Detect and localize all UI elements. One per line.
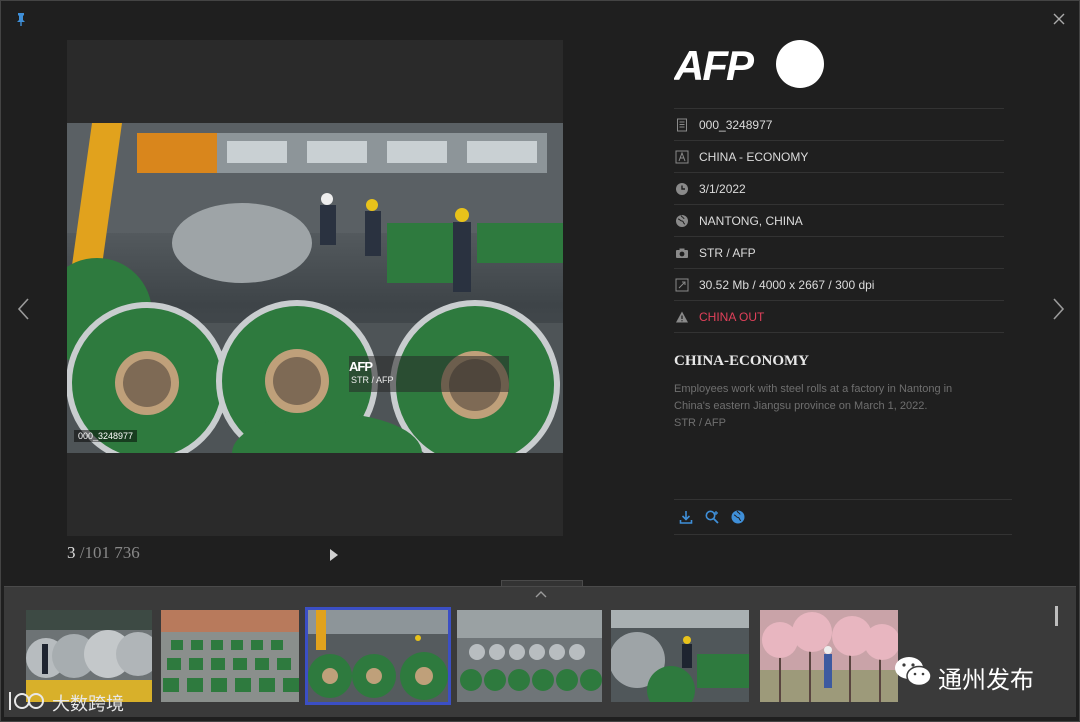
download-icon[interactable] bbox=[678, 509, 694, 525]
watermark-logo: AFP bbox=[349, 359, 373, 374]
globe-icon[interactable] bbox=[730, 509, 746, 525]
camera-icon bbox=[676, 248, 688, 258]
meta-row-filesize: 30.52 Mb / 4000 x 2667 / 300 dpi bbox=[674, 268, 1004, 300]
steel-coils bbox=[67, 203, 563, 453]
thumbnail-4[interactable] bbox=[457, 610, 602, 702]
meta-id: 000_3248977 bbox=[699, 117, 773, 132]
thumbnail-6[interactable] bbox=[760, 610, 898, 702]
metadata-list: 000_3248977 CHINA - ECONOMY 3/1/2022 NAN… bbox=[674, 108, 1004, 333]
thumbnail-image-5 bbox=[611, 610, 749, 702]
meta-row-id: 000_3248977 bbox=[674, 108, 1004, 140]
factory-photo-illustration bbox=[67, 123, 563, 453]
brand-watermark: 大数跨境 bbox=[52, 694, 124, 715]
meta-date: 3/1/2022 bbox=[699, 181, 746, 196]
meta-row-credit: STR / AFP bbox=[674, 236, 1004, 268]
previous-arrow-icon[interactable] bbox=[14, 296, 34, 322]
play-icon[interactable] bbox=[329, 548, 339, 562]
next-arrow-icon[interactable] bbox=[1048, 296, 1068, 322]
thumbnail-image-3 bbox=[308, 610, 448, 702]
thumbnail-image-4 bbox=[457, 610, 602, 702]
document-icon bbox=[677, 118, 687, 131]
strip-scrollbar[interactable] bbox=[1055, 606, 1058, 626]
thumbnail-3-selected[interactable] bbox=[305, 607, 451, 705]
headline-icon bbox=[675, 150, 689, 163]
thumbnail-image-6 bbox=[760, 610, 898, 702]
clock-icon bbox=[676, 182, 688, 195]
meta-row-headline: CHINA - ECONOMY bbox=[674, 140, 1004, 172]
afp-logo: AFP bbox=[674, 40, 824, 89]
watermark-band bbox=[349, 356, 509, 392]
total-count: /101 736 bbox=[79, 543, 140, 562]
warning-icon bbox=[676, 311, 688, 322]
thumbnail-2[interactable] bbox=[161, 610, 299, 702]
meta-credit: STR / AFP bbox=[699, 245, 756, 260]
thumbnail-image-2 bbox=[161, 610, 299, 702]
main-photo[interactable]: AFP STR / AFP 000_3248977 bbox=[67, 123, 563, 453]
photo-title: CHINA-ECONOMY bbox=[674, 353, 809, 369]
caption-line-1: Employees work with steel rolls at a fac… bbox=[674, 383, 953, 395]
resize-icon bbox=[675, 278, 689, 291]
wechat-icon bbox=[895, 657, 932, 687]
caption-line-2: China's eastern Jiangsu province on Marc… bbox=[674, 400, 928, 412]
photo-id-label: 000_3248977 bbox=[74, 430, 138, 442]
chevron-up-icon[interactable] bbox=[533, 588, 549, 600]
zoom-search-icon[interactable] bbox=[704, 509, 720, 525]
globe-icon bbox=[676, 214, 688, 227]
meta-row-restriction: CHINA OUT bbox=[674, 300, 1004, 333]
action-bar bbox=[674, 499, 1012, 535]
image-counter: 3 /101 736 bbox=[67, 543, 140, 563]
meta-row-location: NANTONG, CHINA bbox=[674, 204, 1004, 236]
watermark-credit: STR / AFP bbox=[351, 375, 394, 385]
caption-line-3: STR / AFP bbox=[674, 417, 726, 429]
pin-icon[interactable] bbox=[14, 12, 28, 26]
photo-viewer: AFP STR / AFP 000_3248977 bbox=[67, 40, 563, 536]
meta-filesize: 30.52 Mb / 4000 x 2667 / 300 dpi bbox=[699, 277, 875, 292]
meta-restriction: CHINA OUT bbox=[699, 309, 765, 324]
thumbnail-5[interactable] bbox=[611, 610, 749, 702]
meta-location: NANTONG, CHINA bbox=[699, 213, 803, 228]
photo-caption: Employees work with steel rolls at a fac… bbox=[674, 381, 994, 432]
meta-headline: CHINA - ECONOMY bbox=[699, 149, 809, 164]
meta-row-date: 3/1/2022 bbox=[674, 172, 1004, 204]
wechat-account-name: 通州发布 bbox=[938, 666, 1034, 694]
brand-logo-icon bbox=[9, 692, 44, 710]
afp-logo-text: AFP bbox=[674, 42, 755, 89]
current-index: 3 bbox=[67, 543, 76, 562]
close-icon[interactable] bbox=[1050, 10, 1068, 28]
